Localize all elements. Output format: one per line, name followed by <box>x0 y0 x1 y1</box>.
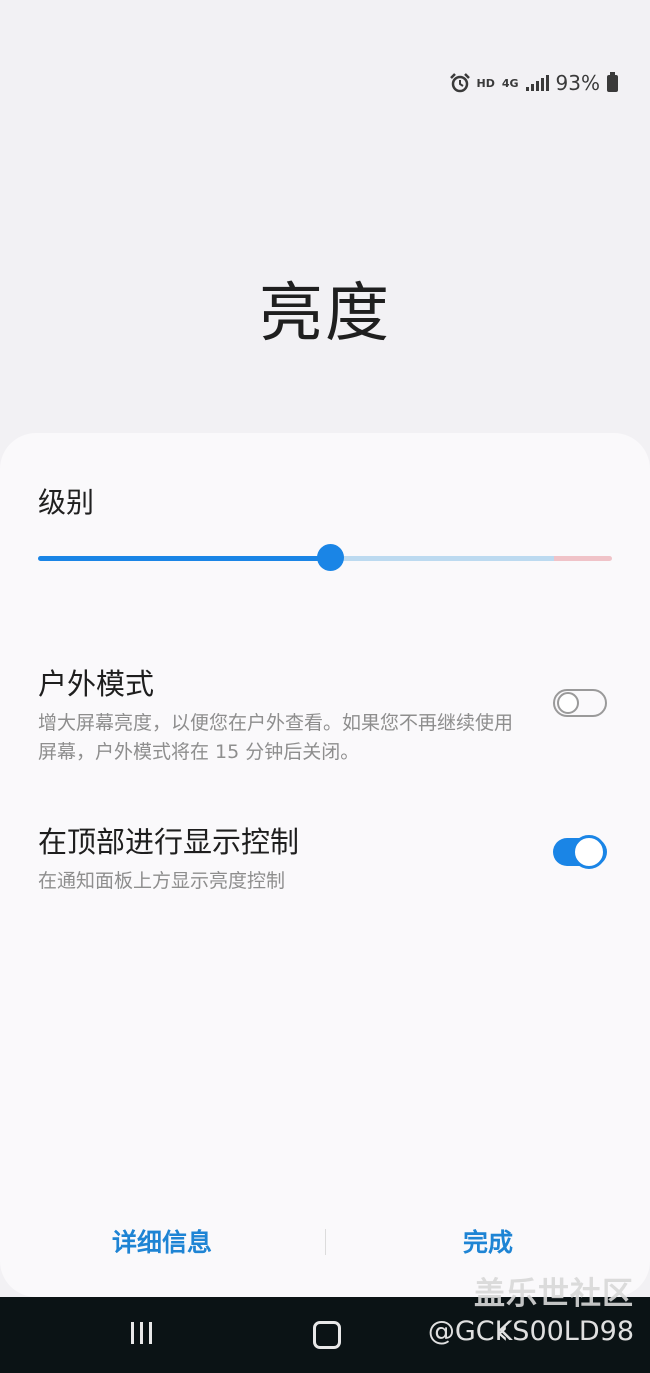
slider-track-high-zone <box>554 556 612 561</box>
brightness-level-label: 级别 <box>38 486 95 519</box>
status-bar: HD 4G 93% <box>449 68 618 98</box>
recent-apps-button[interactable] <box>131 1322 152 1344</box>
network-type: 4G <box>501 76 519 90</box>
alarm-icon <box>449 73 470 93</box>
slider-track-rest <box>331 556 554 561</box>
details-button[interactable]: 详细信息 <box>62 1223 262 1259</box>
slider-track-fill <box>38 556 331 561</box>
setting-top-control[interactable]: 在顶部进行显示控制 在通知面板上方显示亮度控制 <box>38 819 612 896</box>
outdoor-mode-toggle[interactable] <box>553 689 607 717</box>
battery-icon <box>607 71 618 92</box>
setting-description: 增大屏幕亮度，以便您在户外查看。如果您不再继续使用屏幕，户外模式将在 15 分钟… <box>38 712 514 763</box>
setting-title: 户外模式 <box>38 667 155 701</box>
watermark-site: 盖乐世社区 <box>474 1276 634 1312</box>
setting-outdoor-mode[interactable]: 户外模式 增大屏幕亮度，以便您在户外查看。如果您不再继续使用屏幕，户外模式将在 … <box>38 661 612 767</box>
brightness-panel: 级别 户外模式 增大屏幕亮度，以便您在户外查看。如果您不再继续使用屏幕，户外模式… <box>0 433 650 1297</box>
top-control-toggle[interactable] <box>553 835 607 869</box>
battery-percent: 93% <box>555 71 600 95</box>
setting-description: 在通知面板上方显示亮度控制 <box>38 870 286 892</box>
toggle-knob <box>572 835 606 869</box>
slider-thumb[interactable] <box>317 544 344 571</box>
brightness-slider[interactable] <box>38 543 612 573</box>
toggle-knob <box>557 692 579 714</box>
footer-divider <box>325 1229 326 1255</box>
page-title: 亮度 <box>259 277 391 351</box>
signal-icon <box>525 75 549 91</box>
setting-title: 在顶部进行显示控制 <box>38 825 300 859</box>
done-button[interactable]: 完成 <box>388 1223 588 1259</box>
home-button[interactable] <box>313 1321 341 1349</box>
watermark-user: @GCKS00LD98 <box>427 1316 634 1347</box>
hd-indicator: HD <box>476 76 495 90</box>
